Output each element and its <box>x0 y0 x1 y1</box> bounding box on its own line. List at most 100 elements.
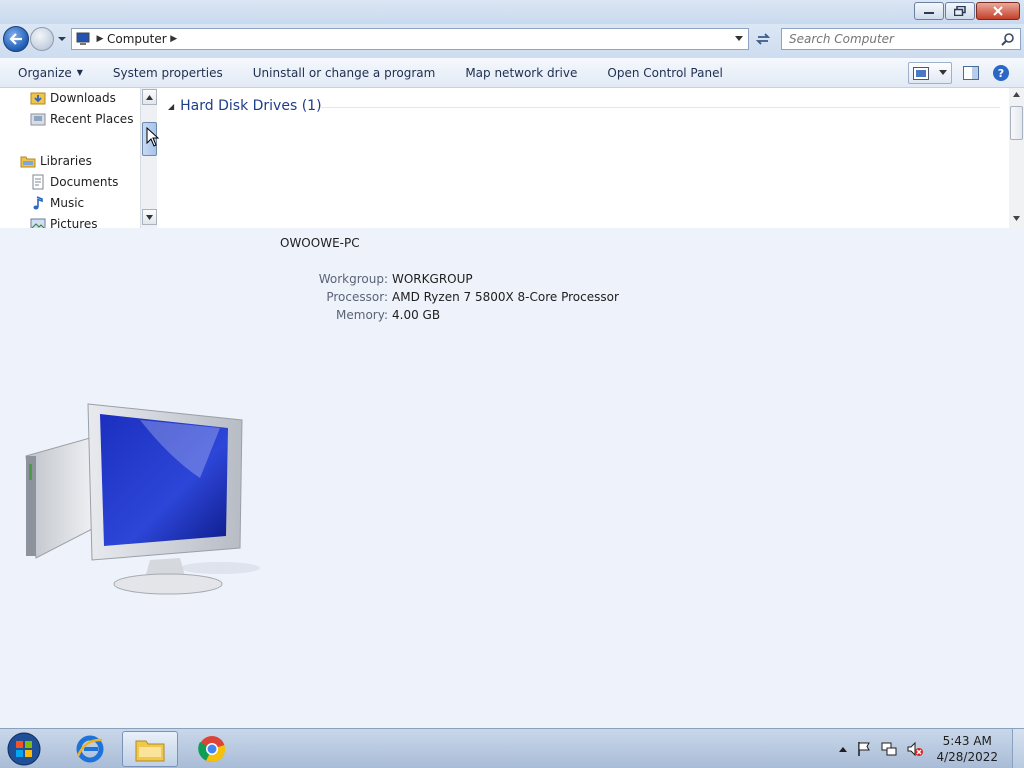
help-button[interactable]: ? <box>990 62 1012 84</box>
back-button[interactable] <box>3 26 29 52</box>
arrow-left-icon <box>9 33 22 45</box>
preview-pane-button[interactable] <box>960 62 982 84</box>
organize-label: Organize <box>18 65 72 80</box>
nav-item-documents[interactable]: Documents <box>30 174 118 190</box>
computer-large-icon <box>25 403 260 595</box>
svg-text:?: ? <box>998 67 1004 80</box>
help-icon: ? <box>993 65 1009 81</box>
nav-item-label: Libraries <box>40 154 92 168</box>
taskbar-internet-explorer[interactable] <box>62 731 118 767</box>
group-header-hard-disk-drives[interactable]: ◢ Hard Disk Drives (1) <box>168 98 322 114</box>
show-desktop-button[interactable] <box>1012 729 1024 768</box>
history-dropdown-icon[interactable] <box>57 34 67 44</box>
chevron-down-icon: ▼ <box>76 68 83 77</box>
volume-muted-icon[interactable] <box>906 741 924 757</box>
chrome-icon <box>198 736 226 763</box>
scroll-up-button[interactable] <box>142 89 157 105</box>
computer-name: OWOOWE-PC <box>280 236 360 250</box>
preview-pane-icon <box>963 66 979 80</box>
chevron-down-icon[interactable] <box>734 35 744 43</box>
minimize-button[interactable] <box>914 2 944 20</box>
map-network-drive-button[interactable]: Map network drive <box>450 62 592 84</box>
view-icon <box>913 66 929 80</box>
detail-value: 4.00 GB <box>392 308 441 322</box>
scroll-thumb[interactable] <box>1010 106 1023 140</box>
change-view-button[interactable] <box>908 62 952 84</box>
search-input[interactable] <box>782 32 992 46</box>
scroll-down-button[interactable] <box>142 209 157 225</box>
detail-row-processor: Processor: AMD Ryzen 7 5800X 8-Core Proc… <box>282 290 619 304</box>
forward-button[interactable] <box>30 27 54 51</box>
details-pane: OWOOWE-PC Workgroup: WORKGROUP Processor… <box>0 228 1024 728</box>
nav-item-pictures[interactable]: Pictures <box>30 216 98 228</box>
detail-value: WORKGROUP <box>392 272 473 286</box>
breadcrumb-separator[interactable]: ▶ <box>170 34 178 44</box>
system-tray: 5:43 AM 4/28/2022 <box>834 729 1024 768</box>
address-bar[interactable]: ▶ Computer ▶ <box>71 28 749 50</box>
detail-row-memory: Memory: 4.00 GB <box>282 308 440 322</box>
folder-icon <box>135 740 165 762</box>
recent-places-icon <box>30 113 46 126</box>
action-center-flag-icon[interactable] <box>856 741 872 757</box>
detail-value: AMD Ryzen 7 5800X 8-Core Processor <box>392 290 619 304</box>
start-button[interactable] <box>4 731 44 767</box>
view-controls: ? <box>908 62 1012 84</box>
arrow-down-icon <box>146 214 153 220</box>
clock[interactable]: 5:43 AM 4/28/2022 <box>936 733 998 765</box>
window-controls <box>914 2 1020 20</box>
navigation-pane-scrollbar[interactable] <box>140 88 157 228</box>
show-hidden-icons-icon[interactable] <box>838 745 848 753</box>
nav-item-music[interactable]: Music <box>30 195 84 211</box>
arrow-down-icon[interactable] <box>1013 216 1020 221</box>
restore-icon <box>954 6 966 16</box>
music-icon <box>33 196 43 210</box>
computer-icon <box>76 32 90 45</box>
mouse-cursor-icon <box>146 127 160 147</box>
content-scrollbar[interactable] <box>1009 88 1024 228</box>
search-icon[interactable] <box>1001 32 1015 46</box>
taskbar: 5:43 AM 4/28/2022 <box>0 728 1024 768</box>
detail-label: Workgroup: <box>318 272 388 286</box>
restore-button[interactable] <box>945 2 975 20</box>
group-title: Hard Disk Drives (1) <box>180 98 322 114</box>
organize-menu[interactable]: Organize ▼ <box>0 62 98 84</box>
navigation-bar: ▶ Computer ▶ <box>0 24 1024 58</box>
clock-date: 4/28/2022 <box>936 750 998 764</box>
nav-item-label: Recent Places <box>50 112 134 126</box>
nav-item-recent-places[interactable]: Recent Places <box>30 111 133 127</box>
search-box[interactable] <box>781 28 1021 50</box>
title-bar <box>0 0 1024 24</box>
uninstall-program-button[interactable]: Uninstall or change a program <box>238 62 451 84</box>
nav-item-downloads[interactable]: Downloads <box>30 90 116 106</box>
open-control-panel-button[interactable]: Open Control Panel <box>592 62 737 84</box>
documents-icon <box>32 174 44 190</box>
internet-explorer-icon <box>76 735 104 763</box>
detail-label: Memory: <box>336 308 388 322</box>
system-properties-button[interactable]: System properties <box>98 62 238 84</box>
breadcrumb-separator[interactable]: ▶ <box>96 34 104 44</box>
chevron-down-icon <box>939 70 947 75</box>
group-divider <box>320 107 1000 108</box>
close-button[interactable] <box>976 2 1020 20</box>
clock-time: 5:43 AM <box>942 734 992 748</box>
nav-item-label: Music <box>50 196 85 210</box>
refresh-button[interactable] <box>752 28 774 50</box>
windows-start-orb-icon <box>7 732 41 766</box>
command-bar: Organize ▼ System properties Uninstall o… <box>0 58 1024 88</box>
taskbar-google-chrome[interactable] <box>184 731 240 767</box>
downloads-folder-icon <box>30 92 46 105</box>
collapse-triangle-icon[interactable]: ◢ <box>168 102 174 111</box>
nav-item-label: Downloads <box>50 91 116 105</box>
nav-item-label: Pictures <box>50 217 98 228</box>
navigation-pane: Downloads Recent Places Libraries Docume… <box>0 88 158 228</box>
minimize-icon <box>924 12 934 14</box>
taskbar-windows-explorer[interactable] <box>122 731 178 767</box>
refresh-icon <box>755 33 771 45</box>
close-icon <box>993 6 1003 16</box>
breadcrumb-computer[interactable]: Computer <box>107 32 167 46</box>
arrow-up-icon[interactable] <box>1013 92 1020 97</box>
file-list-pane: ◢ Hard Disk Drives (1) <box>158 88 1009 228</box>
network-icon[interactable] <box>880 741 898 757</box>
detail-label: Processor: <box>326 290 388 304</box>
nav-item-libraries[interactable]: Libraries <box>20 153 92 169</box>
